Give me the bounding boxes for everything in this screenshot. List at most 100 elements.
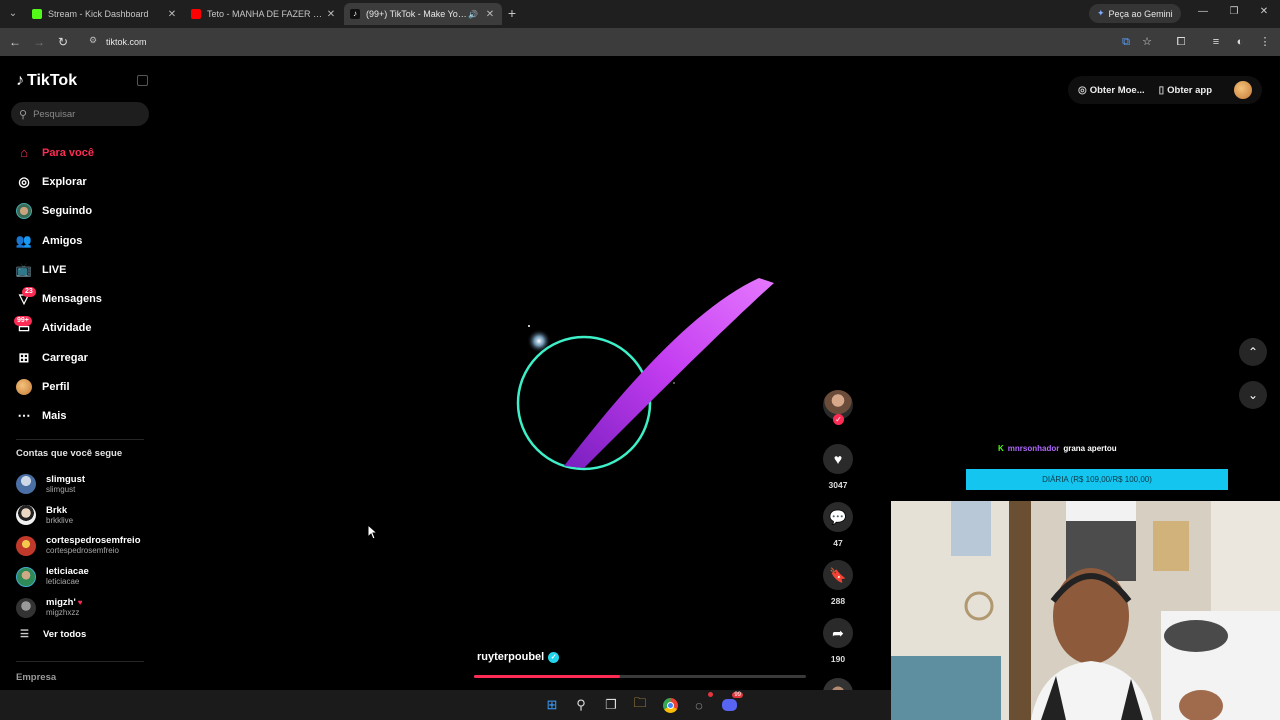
friends-icon: 👥: [15, 232, 33, 248]
omnibox[interactable]: ⚙ tiktok.com: [80, 32, 1110, 52]
account-name: cortespedrosemfreio: [46, 535, 141, 547]
browser-menu-icon[interactable]: ⋮: [1257, 34, 1273, 50]
gemini-button[interactable]: ✦ Peça ao Gemini: [1089, 4, 1181, 23]
discord-badge: 99: [732, 692, 743, 698]
tab-title: Stream - Kick Dashboard: [48, 9, 149, 19]
profile-icon[interactable]: ◐: [1232, 34, 1248, 50]
account-name: migzh' ♥: [46, 597, 83, 609]
tiktok-note-icon: ♪: [16, 72, 24, 89]
close-tab-icon[interactable]: ✕: [166, 9, 178, 20]
get-coins-button[interactable]: ◎ Obter Moe...: [1078, 85, 1145, 96]
creator-name-link[interactable]: ruyterpoubel ✓: [477, 651, 560, 663]
company-link[interactable]: Empresa: [16, 672, 56, 683]
nav-item-upload[interactable]: ⊞ Carregar: [16, 343, 146, 372]
video-frame: [516, 278, 774, 471]
following-account[interactable]: migzh' ♥ migzhxzz: [16, 592, 156, 623]
discord-icon[interactable]: 99: [719, 692, 743, 715]
url-text: tiktok.com: [106, 37, 147, 47]
comment-icon[interactable]: 💬: [823, 502, 853, 532]
like-heart-icon[interactable]: ♥: [823, 444, 853, 474]
nav-item-activity[interactable]: ▭ 99+ Atividade: [14, 314, 146, 343]
back-icon[interactable]: ←: [7, 34, 23, 50]
previous-video-button[interactable]: ⌃: [1239, 338, 1267, 366]
comment-count: 47: [833, 538, 843, 548]
creator-avatar[interactable]: ✓: [823, 390, 853, 425]
search-box[interactable]: ⚲: [11, 102, 149, 126]
share-arrow-icon[interactable]: ➦: [823, 618, 853, 648]
chrome-icon[interactable]: [660, 695, 680, 715]
tab-title: (99+) TikTok - Make Your Day: [366, 9, 468, 19]
restore-icon[interactable]: ❐: [1226, 6, 1242, 17]
nav-item-for-you[interactable]: ⌂ Para você: [16, 138, 146, 167]
gemini-label: Peça ao Gemini: [1108, 8, 1173, 19]
see-all-link[interactable]: ☰ Ver todos: [20, 629, 86, 640]
nav-label: Amigos: [42, 234, 83, 247]
header-actions: ◎ Obter Moe... ▯ Obter app: [1068, 76, 1262, 104]
messages-icon: ▽ 23: [16, 287, 36, 307]
close-window-icon[interactable]: ✕: [1256, 6, 1272, 17]
video-player[interactable]: [474, 58, 808, 676]
nav-item-friends[interactable]: 👥 Amigos: [16, 226, 146, 255]
nav-item-profile[interactable]: Perfil: [16, 372, 146, 401]
tiktok-logo[interactable]: ♪ TikTok: [16, 72, 77, 90]
avatar: [16, 535, 36, 556]
minimize-icon[interactable]: —: [1195, 6, 1211, 17]
tab-search-button[interactable]: ⌄: [4, 5, 22, 23]
file-explorer-icon[interactable]: 🗀: [630, 695, 650, 715]
following-account[interactable]: slimgust slimgust: [16, 469, 156, 500]
close-tab-icon[interactable]: ✕: [325, 9, 337, 20]
start-windows-icon[interactable]: ⊞: [542, 695, 562, 715]
avatar: [16, 597, 36, 618]
see-all-label: Ver todos: [42, 629, 87, 640]
nav-label: Atividade: [42, 322, 92, 335]
next-video-button[interactable]: ⌄: [1239, 381, 1267, 409]
save-count: 288: [830, 596, 846, 606]
chevron-up-icon: ⌃: [1247, 345, 1259, 359]
nav-item-explore[interactable]: ◎ Explorar: [16, 167, 146, 196]
close-tab-icon[interactable]: ✕: [484, 9, 496, 20]
new-tab-button[interactable]: +: [505, 5, 519, 21]
media-controls-icon[interactable]: ≡: [1208, 34, 1224, 50]
forward-icon[interactable]: →: [31, 34, 47, 50]
live-icon: 📺: [15, 261, 33, 277]
tab-kick-dashboard[interactable]: Stream - Kick Dashboard ✕: [26, 3, 184, 25]
following-account[interactable]: leticiacae leticiacae: [16, 561, 156, 592]
get-app-label: Obter app: [1167, 84, 1213, 96]
following-avatar-icon: [16, 203, 32, 220]
install-app-icon[interactable]: ⧉: [1118, 34, 1134, 50]
bookmark-icon[interactable]: 🔖: [823, 560, 853, 590]
get-app-button[interactable]: ▯ Obter app: [1159, 85, 1212, 96]
nav-label: Carregar: [42, 351, 88, 364]
speaker-icon[interactable]: 🔊: [468, 10, 478, 19]
tab-youtube[interactable]: Teto - MANHA DE FAZER DINHEIRO ✕: [185, 3, 343, 25]
follow-plus-icon[interactable]: ✓: [833, 414, 844, 425]
video-progress-bar[interactable]: [474, 675, 806, 678]
user-avatar[interactable]: [1234, 81, 1252, 99]
coin-icon: ◎: [1078, 84, 1087, 96]
extensions-icon[interactable]: ⧠: [1173, 34, 1189, 50]
following-account[interactable]: Brkk brkklive: [16, 500, 156, 531]
avatar: [16, 566, 36, 587]
nav-item-live[interactable]: 📺 LIVE: [16, 255, 146, 284]
taskbar-search-icon[interactable]: ⚲: [571, 695, 591, 715]
collapse-sidebar-icon[interactable]: [137, 75, 148, 86]
video-progress-fill: [474, 675, 621, 678]
nav-label: Para você: [42, 146, 94, 159]
nav-label: LIVE: [42, 263, 67, 276]
nav-item-following[interactable]: Seguindo: [16, 197, 146, 226]
profile-avatar-icon: [16, 379, 32, 396]
creator-username: ruyterpoubel: [477, 651, 545, 663]
reload-icon[interactable]: ↻: [55, 34, 71, 50]
search-input[interactable]: [33, 108, 134, 120]
kick-favicon-icon: [32, 9, 42, 19]
list-icon: ☰: [20, 629, 29, 640]
nav-item-more[interactable]: ⋯ Mais: [16, 402, 146, 431]
bookmark-star-icon[interactable]: ☆: [1139, 34, 1155, 50]
task-view-icon[interactable]: ❐: [601, 695, 621, 715]
following-account[interactable]: cortespedrosemfreio cortespedrosemfreio: [16, 531, 156, 562]
tab-tiktok[interactable]: ♪ (99+) TikTok - Make Your Day 🔊 ✕: [344, 3, 502, 25]
site-info-icon[interactable]: ⚙: [86, 35, 100, 49]
nav-item-messages[interactable]: ▽ 23 Mensagens: [16, 284, 146, 313]
obs-icon[interactable]: ◌: [689, 692, 713, 715]
phone-icon: ▯: [1158, 84, 1165, 96]
